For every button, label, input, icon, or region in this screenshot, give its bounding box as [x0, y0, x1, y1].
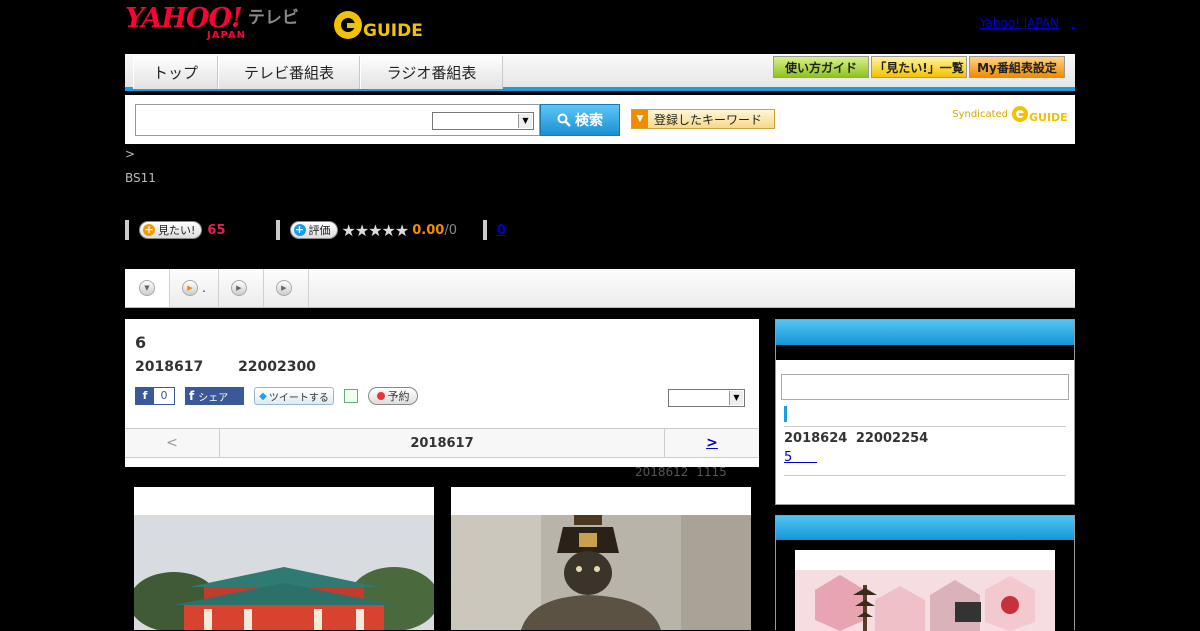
tweet-label: ツイートする	[268, 392, 329, 404]
rating-row: + 見たい! 65 + 評価 ★★★★★ 0.00 /0 0	[125, 219, 506, 241]
next-broadcast-link[interactable]: 5	[784, 450, 817, 465]
tweet-button[interactable]: ◆ ツイートする	[254, 387, 334, 405]
divider	[275, 220, 280, 240]
sidebar-ad-header	[776, 516, 1074, 540]
program-title: 6	[135, 333, 147, 352]
breadcrumb[interactable]: >	[125, 147, 135, 161]
play-icon: ▶	[230, 280, 247, 296]
rate-button-label: 評価	[308, 224, 331, 237]
divider	[482, 220, 487, 240]
saved-keywords-label: 登録したキーワード	[654, 112, 763, 127]
next-broadcast-datetime: 2018624 22002254	[784, 431, 929, 446]
nav-tab-top[interactable]: トップ	[133, 56, 218, 89]
search-category-select[interactable]: ▼	[432, 112, 534, 130]
program-datetime: 2018617 22002300	[135, 359, 316, 375]
search-icon	[557, 113, 571, 127]
program-photo-1[interactable]	[134, 487, 434, 630]
want-to-watch-button[interactable]: + 見たい!	[139, 221, 203, 239]
chevron-down-icon: ▼	[518, 114, 532, 128]
yahoo-japan-link[interactable]: Yahoo! JAPAN	[980, 16, 1059, 30]
ad-banner-image	[795, 550, 1055, 631]
divider	[784, 475, 1066, 476]
search-button[interactable]: 検索	[540, 104, 620, 136]
twitter-bird-icon: ◆	[259, 390, 267, 402]
search-button-label: 検索	[575, 113, 603, 129]
program-photo-2[interactable]	[451, 487, 751, 630]
ad-banner[interactable]	[795, 550, 1055, 631]
facebook-share-button[interactable]: f シェア	[185, 387, 244, 405]
facebook-icon: f	[136, 388, 154, 404]
yahoo-tv-logo[interactable]: YAHOO! JAPAN テレビ	[125, 3, 299, 42]
record-reserve-button[interactable]: 予約	[368, 387, 418, 405]
saved-keywords-button[interactable]: ▼ 登録したキーワード	[631, 109, 775, 129]
gguide-logo-text: GUIDE	[363, 21, 423, 41]
divider	[784, 426, 1066, 427]
rating-count: /0	[444, 222, 457, 238]
program-subtabs: ▼ ▶ . ▶ ▶	[125, 269, 1075, 308]
yahoo-logo-japan: JAPAN	[207, 30, 246, 41]
plus-icon: +	[293, 223, 306, 236]
play-icon: ▶	[182, 280, 198, 296]
rate-button[interactable]: + 評価	[289, 221, 338, 239]
sidebar-subheader	[776, 345, 1074, 360]
date-pager: < 2018617 >	[125, 428, 759, 458]
triangle-down-icon: ▼	[632, 110, 648, 128]
want-to-watch-label: 見たい!	[158, 224, 196, 237]
my-listings-settings-button[interactable]: My番組表設定	[969, 56, 1065, 78]
pager-current-date: 2018617	[410, 435, 474, 451]
comments-count-link[interactable]: 0	[497, 223, 506, 238]
want-count: 65	[207, 222, 226, 238]
station-name: BS11	[125, 171, 156, 185]
chevron-down-icon: ▼	[729, 391, 743, 405]
usage-guide-button[interactable]: 使い方ガイド	[773, 56, 869, 78]
sidebar-next-broadcast: 2018624 22002254 5	[775, 319, 1075, 505]
facebook-like-count[interactable]: f 0	[135, 387, 175, 405]
pager-prev-button[interactable]: <	[125, 429, 220, 457]
record-dot-icon	[376, 392, 385, 400]
tv-logo-text: テレビ	[247, 8, 299, 28]
header-extra-link[interactable]: ,	[1071, 16, 1075, 30]
star-rating-icon: ★★★★★	[341, 220, 410, 240]
subtab-1[interactable]: ▶ .	[170, 269, 219, 307]
gguide-small-logo-text: GUIDE	[1029, 111, 1067, 124]
gguide-small-logo: GUIDE	[1012, 106, 1067, 124]
rating-score: 0.00	[412, 222, 445, 238]
record-reserve-label: 予約	[387, 390, 410, 403]
sidebar-ad-box	[775, 515, 1075, 631]
chevron-down-icon: ▼	[139, 280, 155, 296]
gguide-logo[interactable]: GUIDE	[333, 7, 433, 41]
temple-photo	[134, 487, 434, 630]
subtab-2[interactable]: ▶	[219, 269, 264, 307]
facebook-icon: f	[189, 389, 195, 403]
play-icon: ▶	[275, 280, 292, 296]
subtab-3[interactable]: ▶	[264, 269, 309, 307]
sidebar-header	[776, 320, 1074, 345]
pager-next-button[interactable]: >	[664, 429, 759, 457]
program-detail-panel: 6 2018617 22002300 f 0 f シェア ◆ ツイートする 予約…	[125, 319, 759, 467]
global-nav: トップ テレビ番組表 ラジオ番組表 使い方ガイド 「見たい!」一覧 My番組表設…	[125, 54, 1075, 91]
yahoo-logo-text: YAHOO!	[125, 3, 243, 34]
facebook-share-label: シェア	[198, 392, 229, 404]
section-marker	[784, 406, 787, 422]
search-bar: ▼ 検索 ▼ 登録したキーワード Syndicated GUIDE	[125, 95, 1075, 144]
facebook-count: 0	[154, 388, 174, 404]
sidebar-input[interactable]	[781, 374, 1069, 400]
nav-tab-tv-listings[interactable]: テレビ番組表	[218, 56, 360, 89]
program-option-select[interactable]: ▼	[668, 389, 745, 407]
statue-photo	[451, 487, 751, 630]
calendar-add-icon[interactable]	[344, 389, 358, 403]
divider	[125, 220, 129, 240]
plus-icon: +	[143, 223, 155, 236]
want-list-button[interactable]: 「見たい!」一覧	[871, 56, 967, 78]
subtab-summary[interactable]: ▼	[125, 269, 170, 307]
syndicated-label: Syndicated	[952, 108, 1008, 120]
syndicated-gguide-badge: Syndicated GUIDE	[952, 104, 1067, 124]
last-updated: 2018612 1115	[635, 465, 727, 479]
subtab-1-label: .	[202, 281, 206, 295]
nav-tab-radio-listings[interactable]: ラジオ番組表	[360, 56, 503, 89]
social-buttons: f 0 f シェア ◆ ツイートする 予約	[135, 387, 418, 405]
